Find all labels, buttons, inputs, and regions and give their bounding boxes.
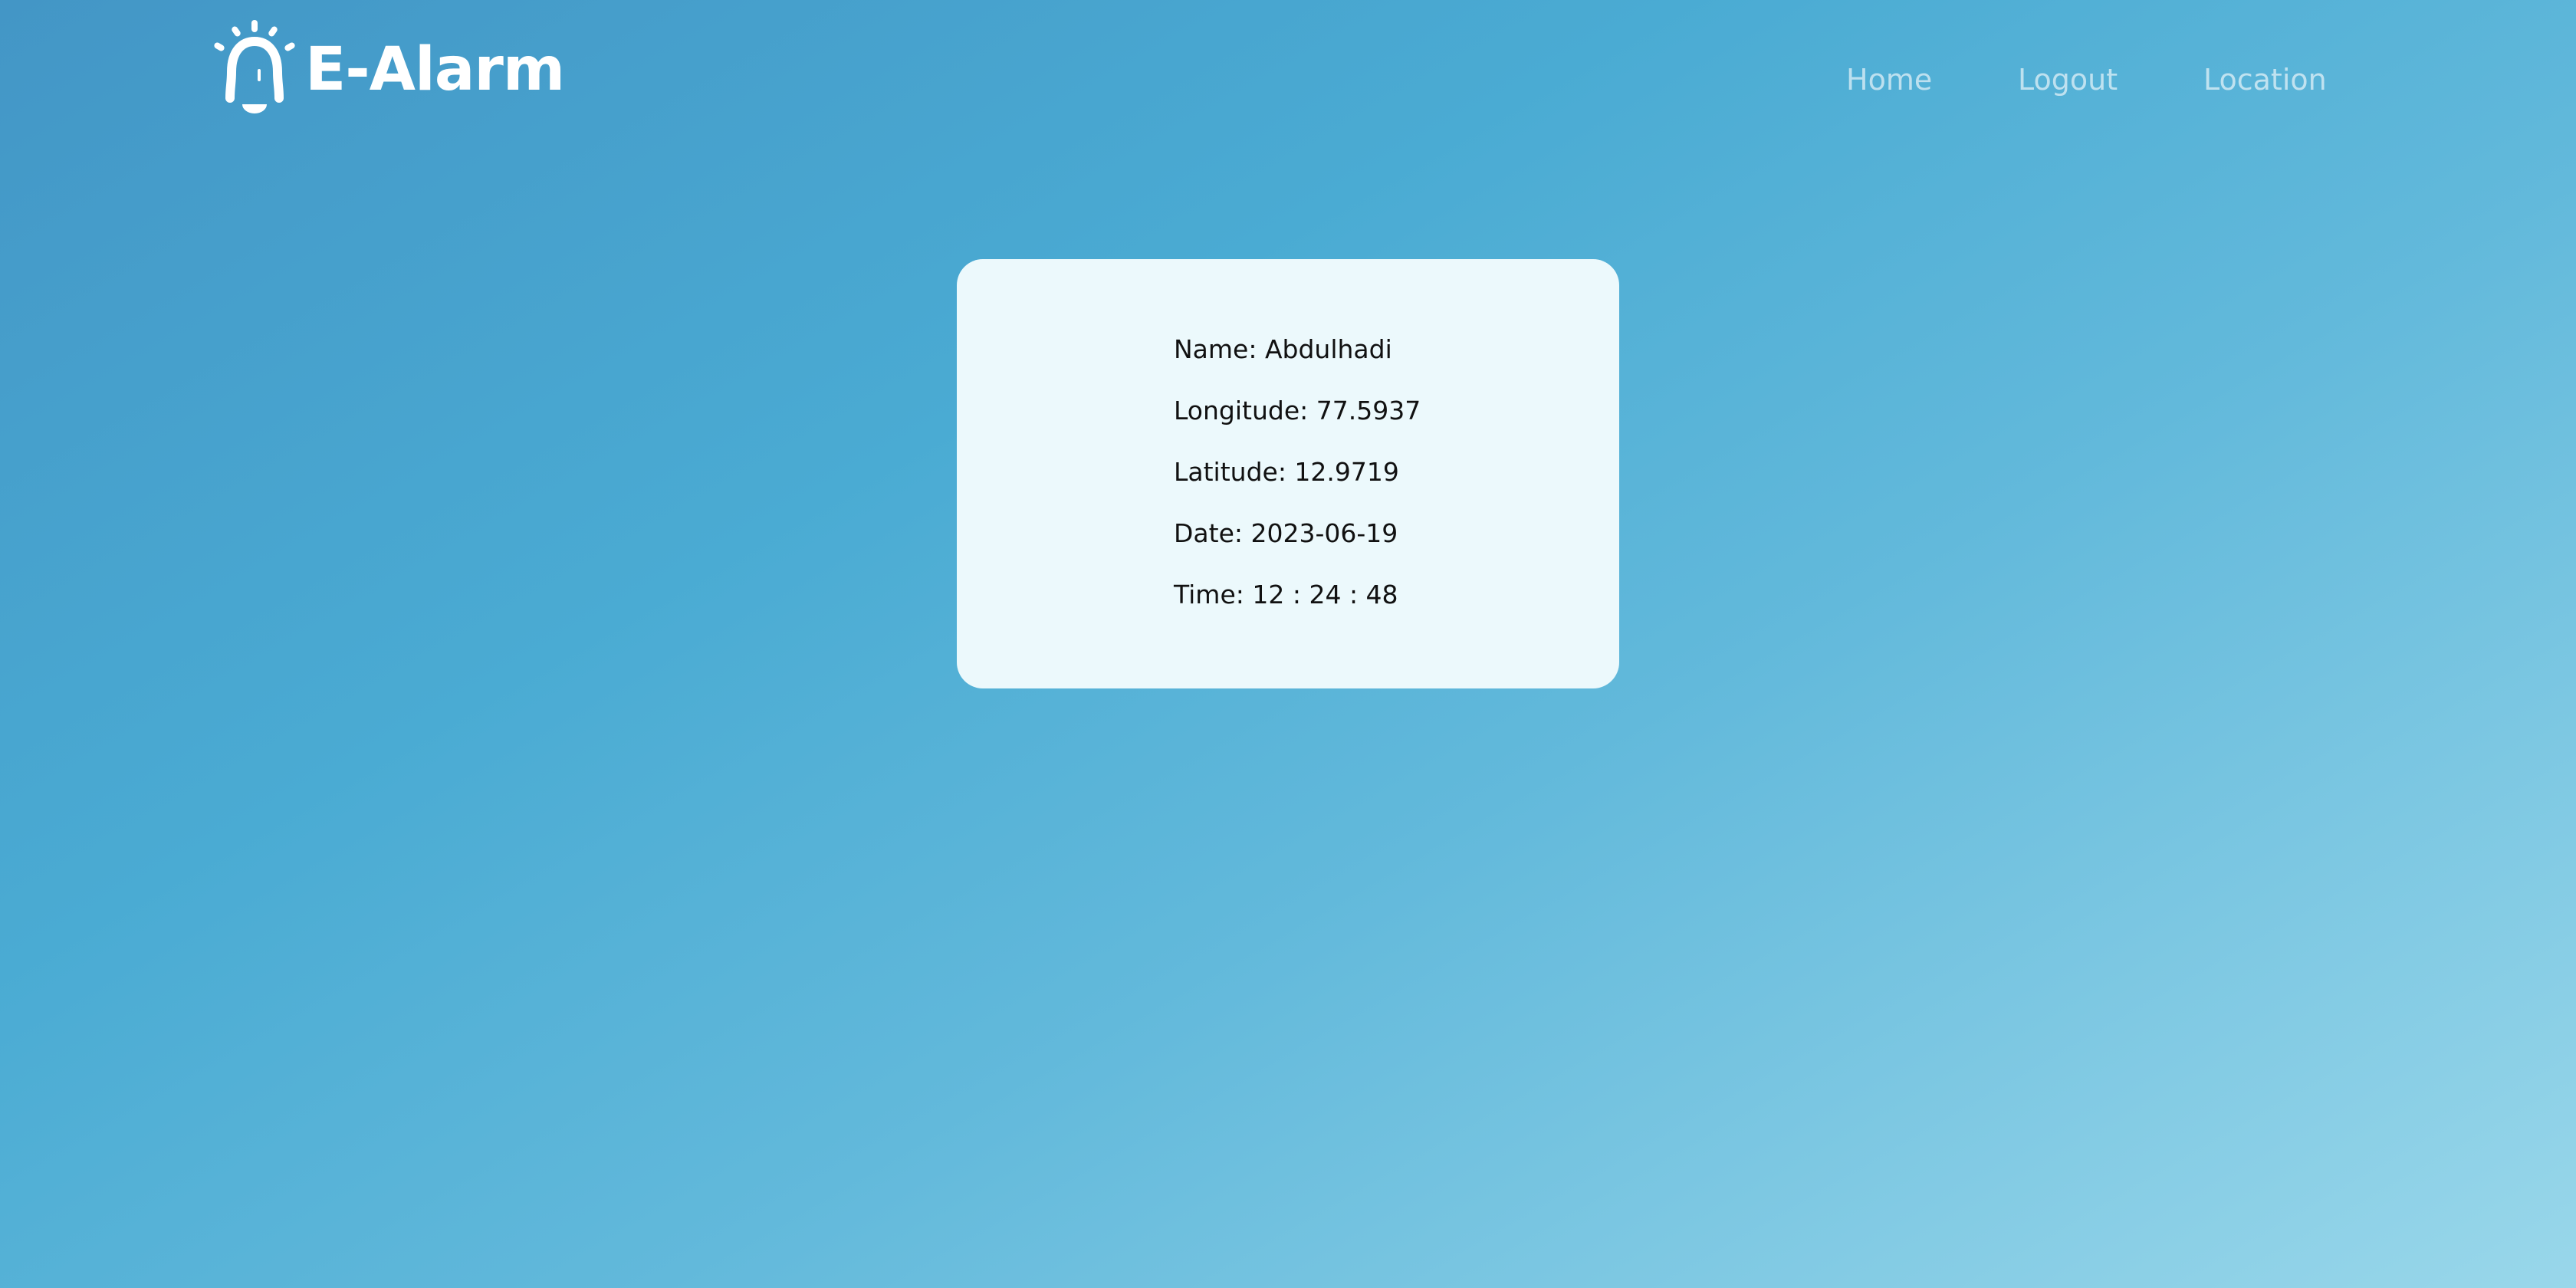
nav-location-link[interactable]: Location (2203, 58, 2327, 101)
date-value: Date: 2023-06-19 (1174, 518, 1398, 548)
name-value: Name: Abdulhadi (1174, 334, 1392, 364)
latitude-value: Latitude: 12.9719 (1174, 457, 1399, 487)
time-value: Time: 12 : 24 : 48 (1174, 580, 1398, 610)
longitude-value: Longitude: 77.5937 (1174, 396, 1421, 426)
main-nav: Home Logout Location (0, 58, 2576, 101)
nav-home-link[interactable]: Home (1846, 58, 1932, 101)
alarm-details-card: Name: Abdulhadi Longitude: 77.5937 Latit… (957, 259, 1619, 688)
nav-logout-link[interactable]: Logout (2018, 58, 2118, 101)
